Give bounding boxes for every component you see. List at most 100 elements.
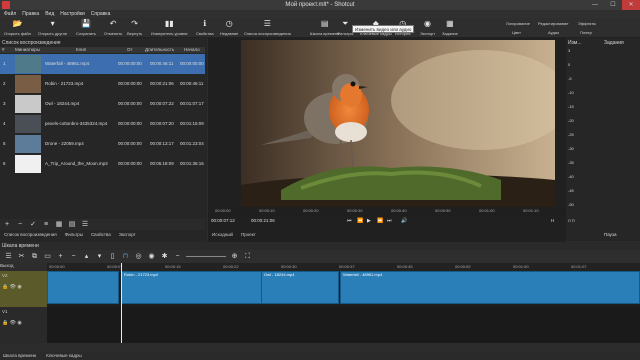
track-v1[interactable] [47, 307, 640, 343]
playlist-row[interactable]: 2 Robin - 21723.mp4 00:00:00:00 00:00:21:06… [0, 74, 205, 94]
layout-logging[interactable]: Логирование [506, 21, 530, 26]
scrub-icon[interactable]: ◎ [134, 252, 143, 261]
col-duration[interactable]: Длительность [145, 47, 174, 53]
add-icon[interactable]: + [3, 221, 11, 229]
toolbar-button-export[interactable]: ◉ Экспорт [420, 19, 435, 37]
fast-forward-icon[interactable]: ⏩ [377, 218, 383, 224]
timeline-clip[interactable] [47, 271, 119, 304]
cut-icon[interactable]: ✂ [17, 252, 26, 261]
col-clip[interactable]: Клип [76, 47, 86, 53]
track-v2-header[interactable]: V2 🔒 👁 ◉ [0, 271, 47, 307]
append-icon[interactable]: + [56, 252, 65, 261]
zoom-in-icon[interactable]: ⊕ [230, 252, 239, 261]
tab-properties[interactable]: Свойства [91, 231, 111, 239]
tab-project[interactable]: Проект [241, 231, 256, 239]
zoom-fit-icon[interactable]: ⛶ [243, 252, 252, 261]
toolbar-button-properties[interactable]: ℹ Свойства [196, 19, 214, 37]
split-icon[interactable]: ▯ [108, 252, 117, 261]
grid-view-icon[interactable]: ▦ [55, 221, 63, 229]
layout-audio[interactable]: Аудио [548, 30, 559, 35]
overwrite-icon[interactable]: ▾ [95, 252, 104, 261]
volume-icon[interactable]: 🔊 [401, 218, 407, 224]
toolbar-button-save[interactable]: 💾 Сохранить [76, 19, 96, 37]
timeline-clip[interactable]: Owl - 18244.mp4 [261, 271, 339, 304]
meter-tick-label: -30 [568, 146, 574, 151]
tab-export[interactable]: Экспорт [119, 231, 136, 239]
copy-icon[interactable]: ⧉ [30, 252, 39, 261]
menu-file[interactable]: Файл [4, 11, 16, 17]
tab-filters[interactable]: Фильтры [65, 231, 83, 239]
timeline-playhead[interactable] [121, 263, 122, 343]
playlist-row[interactable]: 6 A_Trip_Around_the_Moon.mp3 00:00:00:00 00… [0, 154, 205, 174]
playlist-row[interactable]: 1 Waterfall - 48961.mp4 00:00:00:00 00:00:4… [0, 54, 205, 74]
zoom-slider[interactable] [186, 256, 226, 257]
layout-effects[interactable]: Эффекты [578, 21, 596, 26]
row-start: 00:01:07:17 [180, 101, 204, 106]
toolbar-button-peak-meter[interactable]: ▮▮ Измеритель уровня [151, 19, 187, 37]
tab-source[interactable]: Исходный [212, 231, 233, 239]
toolbar-button-timeline[interactable]: ▤ Шкала времени [310, 19, 339, 37]
close-button[interactable]: ✕ [622, 0, 640, 10]
toolbar-button-undo[interactable]: ↶ Отменить [104, 19, 122, 37]
list-view-icon[interactable]: ≡ [42, 221, 50, 229]
tab-keyframes[interactable]: Ключевые кадры [46, 351, 82, 360]
timeline-clip[interactable]: Waterfall - 48961.mp4 [340, 271, 640, 304]
player-ruler[interactable]: 00:00:00 00:00:10 00:00:20 00:00:30 00:00:40… [211, 207, 571, 216]
menu-settings[interactable]: Настройки [60, 11, 85, 17]
ruler-tick-label: 00:00:30 [281, 264, 297, 269]
timecode-field[interactable]: 00:00:07:12 [211, 218, 235, 223]
menu-icon[interactable]: ☰ [4, 252, 13, 261]
menu-icon[interactable]: ☰ [81, 221, 89, 229]
skip-previous-icon[interactable]: ⏮ [347, 218, 352, 224]
timeline-ruler[interactable]: 00:00:00 00:00:07 00:00:15 00:00:22 00:00:30… [47, 263, 640, 271]
layout-color[interactable]: Цвет [512, 30, 521, 35]
clip-label: Robin - 21723.mp4 [124, 272, 159, 277]
playlist-row[interactable]: 4 pexels-cottonbro-3435324.mp4 00:00:00:00… [0, 114, 205, 134]
menu-help[interactable]: Справка [91, 11, 111, 17]
col-index[interactable]: # [2, 47, 5, 53]
toolbar-button-open-other[interactable]: ▾ Открыть другое [38, 19, 67, 37]
ripple-icon[interactable]: ◉ [147, 252, 156, 261]
layout-editing[interactable]: Редактирование [538, 21, 568, 26]
paste-icon[interactable]: ▭ [43, 252, 52, 261]
tab-timeline[interactable]: Шкала времени [3, 351, 36, 360]
col-start[interactable]: Начало [184, 47, 200, 53]
minimize-button[interactable]: — [586, 0, 604, 10]
menu-view[interactable]: Вид [45, 11, 54, 17]
playlist-header: # Миниатюры Клип От Длительность Начало [0, 47, 205, 53]
toolbar-button-jobs[interactable]: ▦ Задание [442, 19, 458, 37]
remove-icon[interactable]: − [69, 252, 78, 261]
remove-icon[interactable]: − [16, 221, 24, 229]
skip-next-icon[interactable]: ⏭ [387, 218, 392, 224]
update-icon[interactable]: ✓ [29, 221, 37, 229]
track-v2-controls[interactable]: 🔒 👁 ◉ [2, 284, 45, 290]
toolbar-button-redo[interactable]: ↷ Вернуть [127, 19, 142, 37]
track-v2[interactable]: Robin - 21723.mp4 Owl - 18244.mp4 Waterf… [47, 271, 640, 307]
row-index: 3 [3, 101, 6, 106]
toolbar-button-folder-open[interactable]: 📂 Открыть файл [4, 19, 31, 37]
video-viewer[interactable] [241, 40, 555, 207]
toolbar-button-playlist[interactable]: ☰ Список воспроизведения [244, 19, 291, 37]
menu-edit[interactable]: Правка [22, 11, 39, 17]
track-v1-controls[interactable]: 🔒 👁 ◉ [2, 320, 45, 326]
toolbar-button-recent[interactable]: ◷ Недавние [220, 19, 238, 37]
ripple-all-icon[interactable]: ✱ [160, 252, 169, 261]
zoom-out-icon[interactable]: − [173, 252, 182, 261]
toolbar-button-filter[interactable]: ⏷ Фильтры [337, 19, 353, 37]
toolbar-label: Измеритель уровня [151, 31, 188, 36]
track-v1-header[interactable]: V1 🔒 👁 ◉ [0, 307, 47, 343]
playlist-row[interactable]: 5 Drone - 22059.mp4 00:00:00:00 00:00:13:17… [0, 134, 205, 154]
snap-icon[interactable]: ⊓ [121, 252, 130, 261]
col-in[interactable]: От [127, 47, 133, 53]
playlist-row[interactable]: 3 Owl - 18244.mp4 00:00:00:00 00:00:07:22 00… [0, 94, 205, 114]
toolbar-label: Открыть файл [4, 31, 31, 36]
rewind-icon[interactable]: ⏪ [357, 218, 363, 224]
maximize-button[interactable]: ☐ [604, 0, 622, 10]
play-icon[interactable]: ▶ [367, 218, 371, 224]
col-thumbnails[interactable]: Миниатюры [15, 47, 40, 53]
icon-view-icon[interactable]: ▤ [68, 221, 76, 229]
lift-icon[interactable]: ▴ [82, 252, 91, 261]
tab-playlist[interactable]: Список воспроизведения [4, 231, 57, 239]
layout-player[interactable]: Плеер [580, 30, 592, 35]
pause-button[interactable]: Пауза [604, 232, 617, 237]
